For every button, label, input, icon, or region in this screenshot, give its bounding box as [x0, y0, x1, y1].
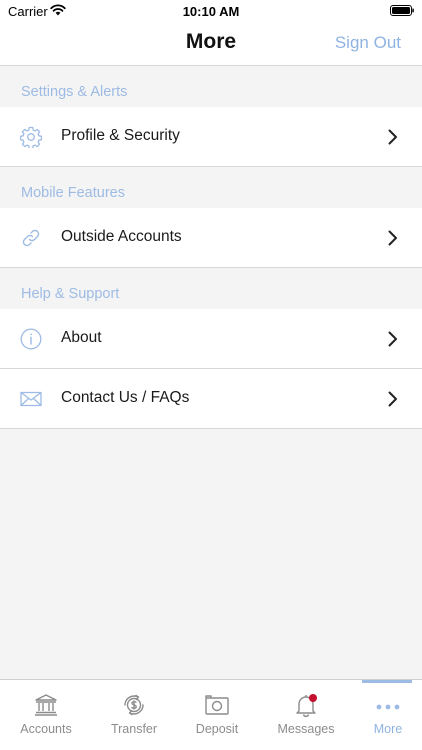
status-bar: Carrier 10:10 AM [0, 0, 422, 24]
menu-item-label: About [61, 329, 102, 346]
chevron-right-icon [388, 331, 397, 347]
menu-item-label: Outside Accounts [61, 228, 182, 245]
section-header-label: Help & Support [21, 286, 120, 302]
tab-label: Accounts [20, 722, 72, 736]
camera-icon [205, 695, 229, 715]
link-icon [22, 229, 40, 247]
menu-item-contact-faqs[interactable]: Contact Us / FAQs [0, 369, 422, 429]
navigation-bar: More Sign Out [0, 24, 422, 66]
status-time: 10:10 AM [182, 4, 240, 19]
menu-item-about[interactable]: About [0, 309, 422, 369]
tab-label: Messages [277, 722, 335, 736]
tab-accounts[interactable]: Accounts [4, 680, 88, 750]
tab-transfer[interactable]: Transfer [92, 680, 176, 750]
envelope-icon [20, 391, 42, 407]
transfer-dollar-icon [124, 694, 144, 716]
bell-icon [296, 694, 317, 718]
tab-messages[interactable]: Messages [264, 680, 348, 750]
menu-item-profile-security[interactable]: Profile & Security [0, 107, 422, 167]
battery-icon [390, 5, 414, 16]
tab-more[interactable]: More [346, 680, 422, 750]
info-icon [20, 328, 42, 350]
tab-label: More [373, 722, 403, 736]
section-header-label: Settings & Alerts [21, 84, 128, 100]
more-dots-icon [376, 704, 400, 710]
section-header-help-support: Help & Support [0, 269, 422, 310]
tab-label: Transfer [110, 722, 158, 736]
menu-item-outside-accounts[interactable]: Outside Accounts [0, 208, 422, 268]
chevron-right-icon [388, 230, 397, 246]
tab-deposit[interactable]: Deposit [175, 680, 259, 750]
section-header-settings-alerts: Settings & Alerts [0, 67, 422, 108]
section-header-mobile-features: Mobile Features [0, 168, 422, 209]
chevron-right-icon [388, 391, 397, 407]
gear-icon [20, 126, 42, 148]
menu-item-label: Contact Us / FAQs [61, 389, 190, 406]
section-header-label: Mobile Features [21, 185, 125, 201]
bank-icon [35, 694, 57, 716]
sign-out-button[interactable]: Sign Out [335, 33, 401, 53]
menu-item-label: Profile & Security [61, 127, 180, 144]
tab-label: Deposit [195, 722, 239, 736]
notification-badge [309, 694, 317, 702]
chevron-right-icon [388, 129, 397, 145]
tab-bar: Accounts Transfer Deposit Messages More [0, 679, 422, 750]
